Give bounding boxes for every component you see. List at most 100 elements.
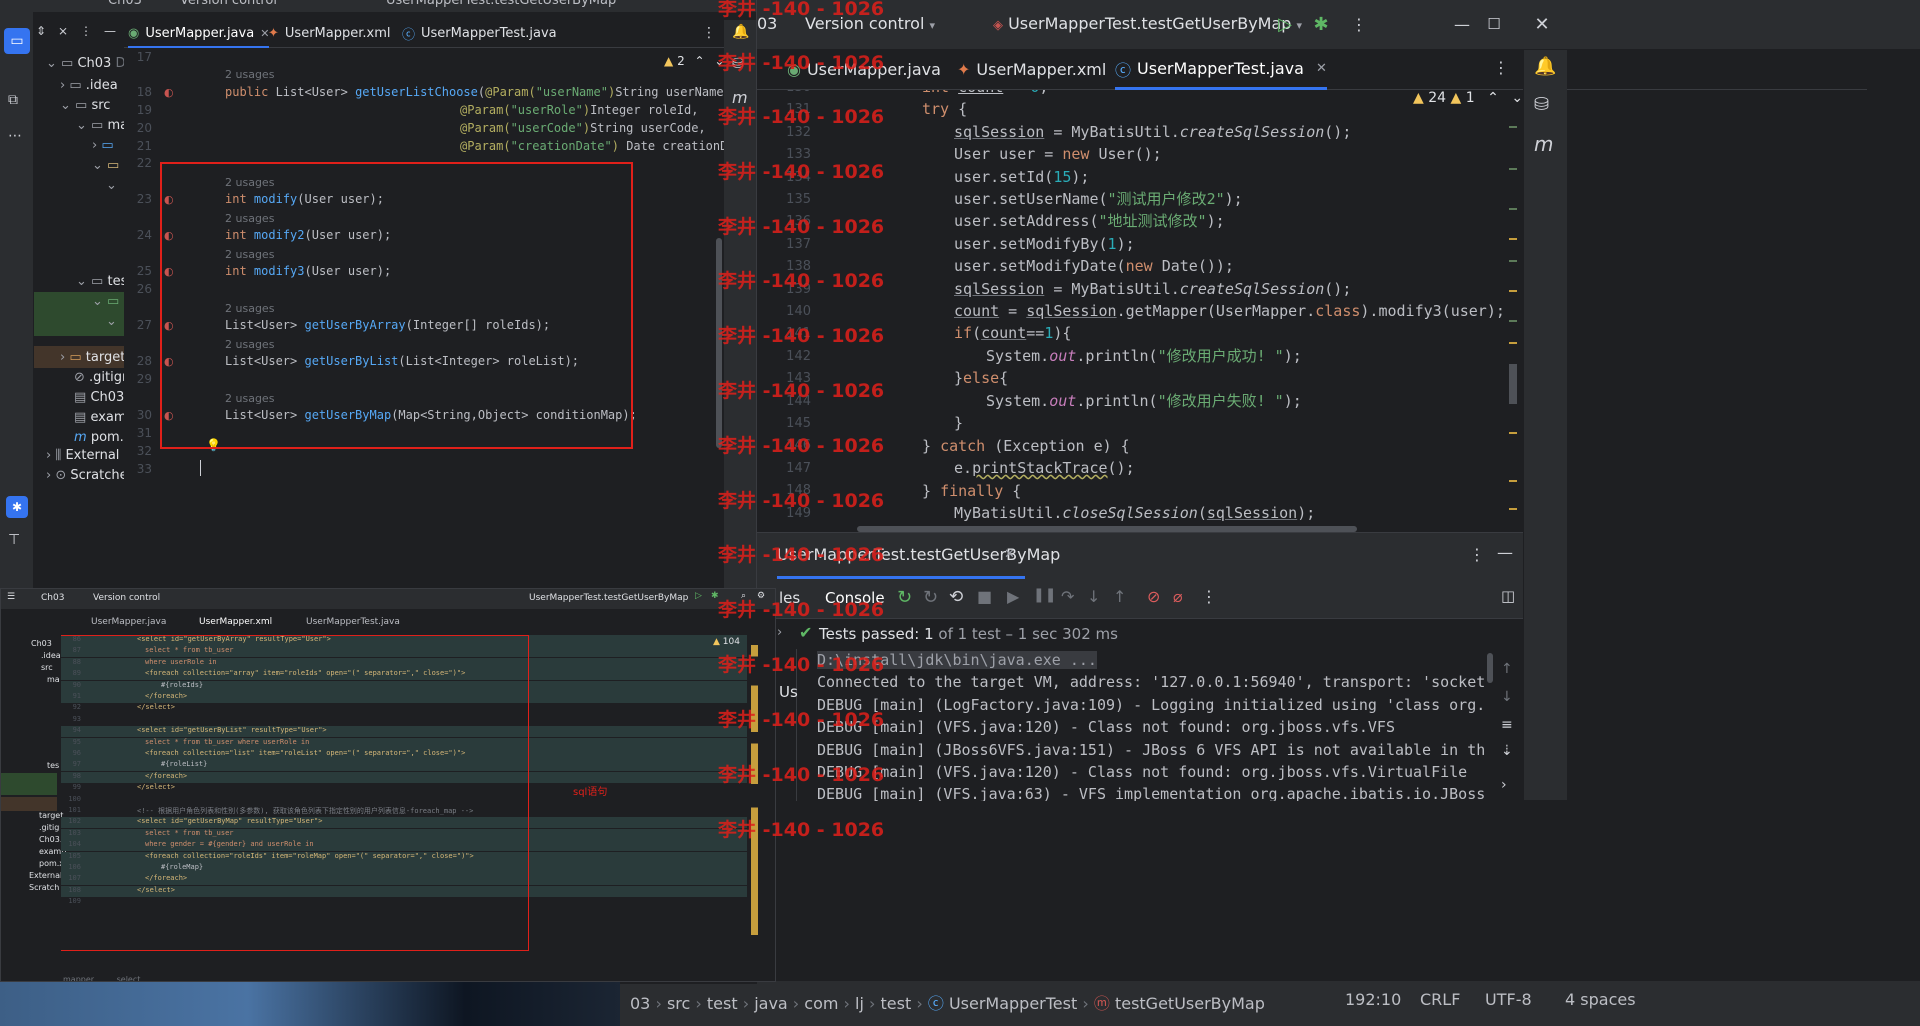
tree-item-main[interactable]: ma xyxy=(47,675,60,684)
breadcrumb-item[interactable]: src xyxy=(667,994,690,1013)
layout-icon[interactable]: ◫ xyxy=(1501,587,1515,605)
expand-icon[interactable]: › xyxy=(1501,777,1507,793)
caret-position[interactable]: 192:10 xyxy=(1345,990,1401,1009)
rerun-icon[interactable]: ↻ xyxy=(897,587,912,608)
tree-item-target[interactable]: target xyxy=(39,811,63,820)
breadcrumb-item[interactable]: test xyxy=(881,994,912,1013)
soft-wrap-icon[interactable]: ≡ xyxy=(1501,717,1513,733)
tree-item[interactable]: ⌄ xyxy=(106,178,117,193)
scroll-down-icon[interactable]: ↓ xyxy=(1501,689,1513,705)
tab-usermappertest-java[interactable]: ⓒ UserMapperTest.java ✕ xyxy=(1115,50,1327,90)
tree-item-gitignore[interactable]: ⊘ .gitign xyxy=(74,370,124,385)
tree-item-scratches[interactable]: › ⊙ Scratche xyxy=(46,468,124,483)
console-output[interactable]: D:\install\jdk\bin\java.exe ... Connected… xyxy=(805,651,1485,801)
close-icon[interactable]: ✕ xyxy=(1527,10,1557,38)
tree-item-external[interactable]: External xyxy=(29,871,62,880)
tree-item-example[interactable]: ▤ examp xyxy=(74,410,124,425)
left-code-editor[interactable]: ▲ 2 ⌃ ⌄ 17 18 19 20 21 22 23 24 25 26 27 28 29 30 31 32… xyxy=(124,48,724,478)
inspection-widget[interactable]: ▲ 104 xyxy=(713,637,740,647)
tab-usermapper-xml[interactable]: ✦ UserMapper.xml xyxy=(957,50,1106,89)
tab-usermapper-java[interactable]: ◉ UserMapper.java ✕ xyxy=(128,20,270,48)
more-tools-icon[interactable]: ⋯ xyxy=(8,128,22,144)
thumb-code-editor[interactable]: 86 <select id="getUserByArray" resultType… xyxy=(61,635,761,975)
breadcrumb-item[interactable]: test xyxy=(707,994,738,1013)
notifications-icon[interactable]: 🔔 xyxy=(1534,56,1556,77)
view-breakpoints-icon[interactable]: ⊘ xyxy=(1147,587,1160,606)
console-scrollbar[interactable] xyxy=(1487,653,1493,683)
usages-hint[interactable]: 2 usages xyxy=(225,68,274,81)
stop-icon[interactable]: ■ xyxy=(977,587,992,606)
tab-usermapper-xml[interactable]: ✦ UserMapper.xml xyxy=(268,20,390,47)
toggle-auto-test-icon[interactable]: ⟲ xyxy=(949,587,963,607)
terminal-icon[interactable]: ⊤ xyxy=(8,532,20,548)
maven-icon[interactable]: m xyxy=(1534,132,1553,156)
pause-icon[interactable]: ❚❚ xyxy=(1033,587,1056,603)
chevron-right-icon[interactable]: › xyxy=(777,625,782,640)
options-icon[interactable]: ⋮ xyxy=(1469,545,1485,564)
tree-item-external-libraries[interactable]: › ⫼ External xyxy=(46,448,119,463)
run-config-selector[interactable]: ◈ UserMapperTest.testGetUserByMap ▾ xyxy=(993,14,1302,33)
tree-item-pom[interactable]: m pom.x xyxy=(74,430,124,445)
run-tab-close-icon[interactable]: ✕ xyxy=(1004,547,1015,562)
project-tool-button[interactable]: ▭ xyxy=(4,28,30,54)
tree-item-project[interactable]: ⌄ ▭ Ch03 D: xyxy=(46,56,124,71)
tree-item[interactable]: › ▭ xyxy=(92,138,114,153)
scroll-up-icon[interactable]: ↑ xyxy=(1501,661,1513,677)
vcs-label[interactable]: Version control xyxy=(180,0,277,8)
tree-item-target[interactable]: › ▭ target xyxy=(60,350,124,365)
tab-options-icon[interactable]: ⋮ xyxy=(702,25,716,41)
implementation-icon[interactable]: ◐ xyxy=(164,86,174,99)
tree-item-scratches[interactable]: Scratch xyxy=(29,883,59,892)
tree-item-iml[interactable]: Ch03. xyxy=(39,835,62,844)
notifications-icon[interactable]: 🔔 xyxy=(732,24,749,40)
tree-item-project[interactable]: Ch03 xyxy=(31,639,52,648)
run-icon[interactable]: ▷ xyxy=(1273,11,1297,37)
hide-icon[interactable]: — xyxy=(104,24,116,38)
tree-item-iml[interactable]: ▤ Ch03. xyxy=(74,390,124,405)
run-icon[interactable]: ▷ xyxy=(695,591,702,601)
tab-close-icon[interactable]: ✕ xyxy=(1316,61,1327,76)
project-name[interactable]: Ch03 xyxy=(41,593,64,603)
more-options-icon[interactable]: ⋮ xyxy=(1349,11,1369,37)
breadcrumb-item[interactable]: java xyxy=(754,994,788,1013)
menu-icon[interactable]: ☰ xyxy=(7,592,15,602)
run-config-label[interactable]: UserMapperTest.testGetUserByMap xyxy=(386,0,616,8)
tree-item-main[interactable]: ⌄ ▭ ma xyxy=(76,118,124,133)
structure-icon[interactable]: ⧉ xyxy=(8,92,18,108)
line-separator[interactable]: CRLF xyxy=(1420,990,1460,1009)
tree-item-gitignore[interactable]: .gitig xyxy=(39,823,59,832)
indent-setting[interactable]: 4 spaces xyxy=(1565,990,1636,1009)
tree-item-test[interactable]: tes xyxy=(47,761,59,770)
step-out-icon[interactable]: ↑ xyxy=(1113,587,1126,606)
tree-item-src[interactable]: src xyxy=(41,663,53,672)
test-tree-label[interactable]: Us xyxy=(779,683,798,701)
database-icon[interactable]: ⛁ xyxy=(1534,94,1549,115)
minimize-icon[interactable]: — xyxy=(1447,10,1477,38)
collapse-all-icon[interactable]: ⨯ xyxy=(58,24,68,38)
breadcrumb-item[interactable]: UserMapperTest xyxy=(949,994,1077,1013)
tree-item-src[interactable]: ⌄ ▭ src xyxy=(60,98,110,113)
tree-item[interactable]: ⌄ ▭ xyxy=(92,294,119,309)
options-icon[interactable]: ⋮ xyxy=(80,24,92,38)
breadcrumb-item[interactable]: 03 xyxy=(630,994,650,1013)
tree-item[interactable]: ⌄ xyxy=(106,314,117,329)
more-icon[interactable]: ⋮ xyxy=(1201,587,1217,606)
tree-item-idea[interactable]: .idea xyxy=(41,651,61,660)
vcs-label[interactable]: Version control xyxy=(93,593,160,603)
project-name[interactable]: Ch03 xyxy=(108,0,142,8)
breadcrumb-item[interactable]: com xyxy=(804,994,838,1013)
tree-item-idea[interactable]: › ▭ .idea xyxy=(60,78,118,93)
breadcrumb-item[interactable]: lj xyxy=(855,994,864,1013)
breadcrumb-item[interactable]: testGetUserByMap xyxy=(1115,994,1265,1013)
tree-item[interactable]: ⌄ ▭ xyxy=(92,158,119,173)
debug-tool-icon[interactable]: ✱ xyxy=(6,496,28,518)
hide-icon[interactable]: — xyxy=(1497,543,1513,562)
scroll-to-end-icon[interactable]: ⇣ xyxy=(1501,743,1513,759)
tab-usermappertest-java[interactable]: ⓒ UserMapperTest.java xyxy=(402,20,557,47)
tab-options-icon[interactable]: ⋮ xyxy=(1493,58,1509,77)
breadcrumb-item[interactable]: mapper xyxy=(63,975,94,981)
mute-breakpoints-icon[interactable]: ⌀ xyxy=(1173,587,1183,606)
tab-usermappertest-java[interactable]: UserMapperTest.java xyxy=(306,617,400,627)
expand-all-icon[interactable]: ⇕ xyxy=(36,24,46,38)
maximize-icon[interactable]: ☐ xyxy=(1479,10,1509,38)
